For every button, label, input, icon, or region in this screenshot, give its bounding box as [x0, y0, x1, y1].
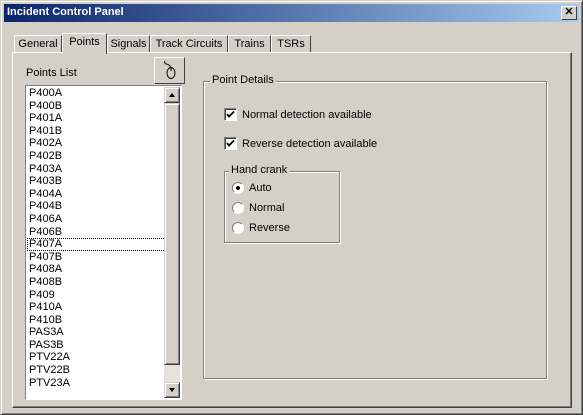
arrow-down-icon — [169, 388, 175, 392]
points-list-items: P400A P400B P401A P401B P402A P402B P403A P403B… — [27, 87, 166, 389]
hand-crank-auto-radio[interactable]: Auto — [232, 182, 272, 195]
list-item[interactable]: P400B — [27, 100, 166, 113]
reverse-detection-check-box[interactable] — [224, 137, 237, 150]
list-item[interactable]: P408B — [27, 276, 166, 289]
list-item[interactable]: P408A — [27, 263, 166, 276]
list-item[interactable]: P404B — [27, 200, 166, 213]
hand-crank-reverse-label: Reverse — [249, 222, 290, 235]
list-item[interactable]: P409 — [27, 289, 166, 302]
hand-crank-reverse-radio[interactable]: Reverse — [232, 222, 290, 235]
hand-crank-normal-radio[interactable]: Normal — [232, 202, 285, 215]
tab-track-circuits[interactable]: Track Circuits — [150, 35, 228, 52]
list-item[interactable]: P407B — [27, 251, 166, 264]
reverse-detection-checkbox[interactable]: Reverse detection available — [224, 137, 377, 150]
normal-detection-checkbox[interactable]: Normal detection available — [224, 108, 372, 121]
list-item[interactable]: PTV23A — [27, 377, 166, 390]
tab-general[interactable]: General — [14, 35, 62, 52]
tab-label: General — [18, 38, 58, 50]
list-item[interactable]: P406A — [27, 213, 166, 226]
tab-trains[interactable]: Trains — [228, 35, 271, 52]
close-icon: ✕ — [564, 6, 574, 18]
tab-tsrs[interactable]: TSRs — [271, 35, 311, 52]
close-button[interactable]: ✕ — [561, 6, 577, 20]
list-item[interactable]: P402A — [27, 137, 166, 150]
list-item[interactable]: P403B — [27, 175, 166, 188]
points-list[interactable]: P400A P400B P401A P401B P402A P402B P403A P403B… — [25, 85, 182, 400]
pick-point-button[interactable] — [154, 57, 185, 84]
incident-control-panel-window: Incident Control Panel ✕ General Points … — [0, 0, 583, 415]
points-list-scrollbar[interactable] — [164, 87, 180, 398]
list-item[interactable]: PAS3A — [27, 326, 166, 339]
title-bar[interactable]: Incident Control Panel ✕ — [4, 4, 579, 22]
tab-label: Track Circuits — [155, 38, 223, 50]
hand-crank-normal-label: Normal — [249, 202, 285, 215]
list-item[interactable]: PTV22B — [27, 364, 166, 377]
list-item[interactable]: P401A — [27, 112, 166, 125]
list-item[interactable]: P407A — [27, 238, 166, 251]
check-icon — [226, 139, 235, 147]
list-item[interactable]: P410B — [27, 314, 166, 327]
list-item[interactable]: P410A — [27, 301, 166, 314]
radio-button[interactable] — [232, 222, 244, 235]
scroll-down-button[interactable] — [164, 382, 180, 398]
list-item[interactable]: P402B — [27, 150, 166, 163]
window-title: Incident Control Panel — [7, 6, 124, 18]
normal-detection-label: Normal detection available — [242, 108, 372, 121]
tab-signals[interactable]: Signals — [107, 35, 150, 52]
tab-points[interactable]: Points — [62, 33, 107, 54]
tab-label: TSRs — [277, 38, 305, 50]
point-details-title: Point Details — [210, 74, 276, 86]
scroll-thumb[interactable] — [164, 103, 180, 365]
tab-label: Points — [69, 36, 100, 48]
reverse-detection-label: Reverse detection available — [242, 137, 378, 150]
hand-crank-auto-label: Auto — [249, 182, 272, 195]
list-item[interactable]: P406B — [27, 226, 166, 239]
list-item[interactable]: PAS3B — [27, 339, 166, 352]
radio-selected-dot — [236, 186, 240, 191]
list-item[interactable]: P403A — [27, 163, 166, 176]
arrow-up-icon — [169, 93, 175, 97]
tab-label: Signals — [110, 38, 147, 50]
check-icon — [226, 110, 235, 118]
list-item[interactable]: P404A — [27, 188, 166, 201]
points-list-label: Points List — [26, 67, 77, 79]
scroll-up-button[interactable] — [164, 87, 180, 103]
list-item[interactable]: PTV22A — [27, 351, 166, 364]
list-item[interactable]: P400A — [27, 87, 166, 100]
hand-crank-title: Hand crank — [229, 164, 290, 176]
mouse-icon — [164, 60, 176, 79]
list-item[interactable]: P401B — [27, 125, 166, 138]
radio-button[interactable] — [232, 202, 244, 215]
radio-button[interactable] — [232, 182, 244, 195]
normal-detection-check-box[interactable] — [224, 108, 237, 121]
tab-label: Trains — [234, 38, 265, 50]
